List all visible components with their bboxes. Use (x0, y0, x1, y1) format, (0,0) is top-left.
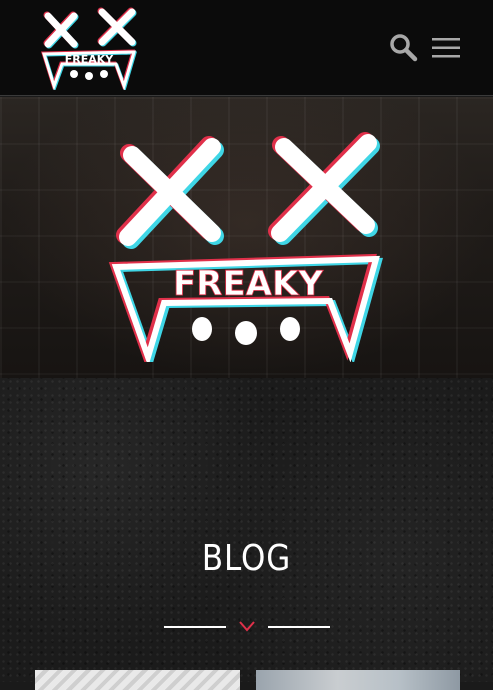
hero-banner: FREAKY (0, 97, 493, 378)
freaky-logo-icon: FREAKY (40, 7, 138, 90)
svg-text:FREAKY: FREAKY (65, 53, 115, 66)
blog-heading: BLOG (201, 538, 292, 579)
blog-card-1[interactable] (35, 670, 240, 690)
freaky-logo-large-icon: FREAKY (108, 132, 383, 362)
divider-left-line (164, 626, 226, 628)
hamburger-menu-icon[interactable] (432, 36, 462, 60)
hero-logo-text: FREAKY (173, 264, 323, 304)
site-header: FREAKY (0, 0, 493, 96)
chevron-down-icon (239, 621, 255, 632)
blog-card-2[interactable] (256, 670, 460, 690)
blog-section: BLOG (0, 378, 493, 690)
divider-right-line (268, 626, 330, 628)
search-icon[interactable] (388, 32, 418, 62)
